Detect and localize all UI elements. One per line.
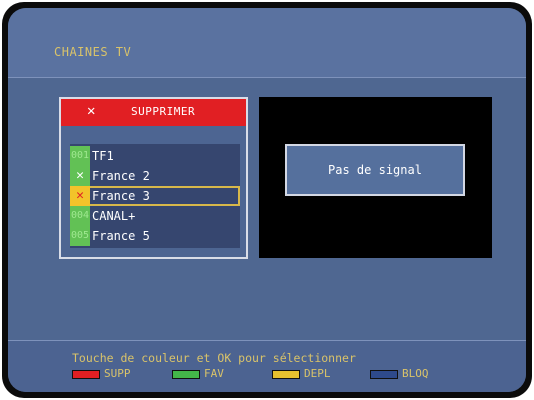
channel-name: France 3 xyxy=(92,189,150,203)
channel-number: 001 xyxy=(70,146,90,166)
footer-help-bar: Touche de couleur et OK pour sélectionne… xyxy=(8,340,526,392)
header-bar: CHAINES TV xyxy=(8,8,526,78)
legend-label: DEPL xyxy=(304,367,331,380)
channel-name: France 2 xyxy=(92,169,150,183)
channel-row-selected[interactable]: ✕ France 3 xyxy=(70,186,240,206)
channel-row[interactable]: ✕ France 2 xyxy=(70,166,240,186)
legend-label: SUPP xyxy=(104,367,131,380)
yellow-key-icon xyxy=(272,370,300,379)
video-preview: Pas de signal xyxy=(259,97,492,258)
channel-row[interactable]: 004 CANAL+ xyxy=(70,206,240,226)
no-signal-message: Pas de signal xyxy=(285,144,465,196)
footer-hint: Touche de couleur et OK pour sélectionne… xyxy=(72,351,356,365)
channel-name: France 5 xyxy=(92,229,150,243)
channel-number: 004 xyxy=(70,206,90,226)
delete-mark-icon: ✕ xyxy=(70,166,90,186)
page-title: CHAINES TV xyxy=(54,45,132,59)
channel-row[interactable]: 001 TF1 xyxy=(70,146,240,166)
channel-list: 001 TF1 ✕ France 2 ✕ France 3 004 CANAL+… xyxy=(70,144,240,248)
delete-mode-bar[interactable]: ✕ SUPPRIMER xyxy=(61,99,246,126)
channel-row[interactable]: 005 France 5 xyxy=(70,226,240,246)
red-key-icon xyxy=(72,370,100,379)
tv-frame: CHAINES TV ✕ SUPPRIMER 001 TF1 ✕ France … xyxy=(2,2,532,398)
x-icon: ✕ xyxy=(87,103,96,119)
channel-number: 005 xyxy=(70,226,90,246)
legend-label: BLOQ xyxy=(402,367,429,380)
channel-name: TF1 xyxy=(92,149,114,163)
channel-list-panel: ✕ SUPPRIMER 001 TF1 ✕ France 2 ✕ France … xyxy=(59,97,248,259)
legend-label: FAV xyxy=(204,367,224,380)
tv-screen: CHAINES TV ✕ SUPPRIMER 001 TF1 ✕ France … xyxy=(8,8,526,392)
channel-name: CANAL+ xyxy=(92,209,136,223)
blue-key-icon xyxy=(370,370,398,379)
delete-mark-icon: ✕ xyxy=(70,186,90,206)
green-key-icon xyxy=(172,370,200,379)
delete-mode-label: SUPPRIMER xyxy=(131,105,196,118)
